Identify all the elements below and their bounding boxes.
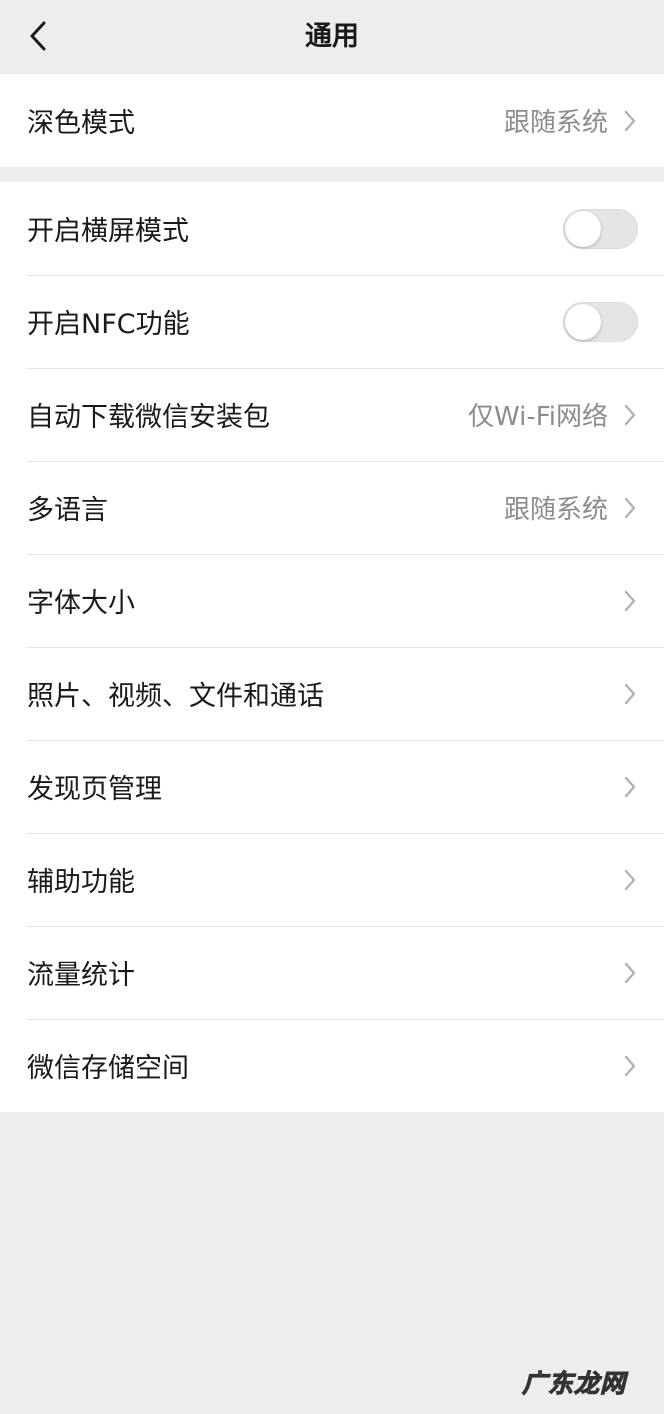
row-label: 照片、视频、文件和通话: [27, 681, 324, 712]
row-value: 跟随系统: [503, 495, 608, 525]
row-label: 自动下载微信安装包: [27, 402, 270, 433]
chevron-right-icon: [622, 108, 638, 134]
row-auto-download[interactable]: 自动下载微信安装包 仅Wi-Fi网络: [0, 368, 664, 461]
page-title: 通用: [305, 21, 359, 52]
row-landscape-mode: 开启横屏模式: [0, 182, 664, 275]
row-language[interactable]: 多语言 跟随系统: [0, 461, 664, 554]
row-value: 仅Wi-Fi网络: [467, 402, 608, 432]
nfc-toggle[interactable]: [563, 301, 638, 342]
toggle-knob: [565, 303, 601, 340]
toggle-knob: [565, 210, 601, 247]
row-dark-mode[interactable]: 深色模式 跟随系统: [0, 74, 664, 167]
chevron-right-icon: [622, 1053, 638, 1079]
watermark-logo: 广东龙网: [521, 1369, 626, 1399]
landscape-mode-toggle[interactable]: [563, 208, 638, 249]
row-label: 辅助功能: [27, 867, 135, 898]
row-label: 微信存储空间: [27, 1053, 189, 1084]
chevron-right-icon: [622, 588, 638, 614]
chevron-right-icon: [622, 495, 638, 521]
chevron-right-icon: [622, 867, 638, 893]
chevron-right-icon: [622, 402, 638, 428]
row-media[interactable]: 照片、视频、文件和通话: [0, 647, 664, 740]
row-traffic-stats[interactable]: 流量统计: [0, 926, 664, 1019]
navigation-bar: 通用: [0, 0, 664, 74]
row-label: 字体大小: [27, 588, 135, 619]
row-storage[interactable]: 微信存储空间: [0, 1019, 664, 1112]
row-accessibility[interactable]: 辅助功能: [0, 833, 664, 926]
row-nfc: 开启NFC功能: [0, 275, 664, 368]
row-discover-management[interactable]: 发现页管理: [0, 740, 664, 833]
chevron-right-icon: [622, 960, 638, 986]
row-label: 开启NFC功能: [27, 309, 190, 340]
back-button[interactable]: [18, 16, 58, 56]
settings-group-display: 深色模式 跟随系统: [0, 74, 664, 167]
row-label: 开启横屏模式: [27, 216, 189, 247]
row-label: 多语言: [27, 495, 108, 526]
row-font-size[interactable]: 字体大小: [0, 554, 664, 647]
chevron-left-icon: [30, 21, 46, 51]
row-label: 流量统计: [27, 960, 135, 991]
row-label: 深色模式: [27, 108, 135, 139]
section-gap: [0, 167, 664, 182]
row-value: 跟随系统: [503, 108, 608, 138]
chevron-right-icon: [622, 681, 638, 707]
chevron-right-icon: [622, 774, 638, 800]
settings-group-general: 开启横屏模式 开启NFC功能 自动下载微信安装包 仅Wi-Fi网络 多语言 跟随…: [0, 182, 664, 1112]
row-label: 发现页管理: [27, 774, 162, 805]
